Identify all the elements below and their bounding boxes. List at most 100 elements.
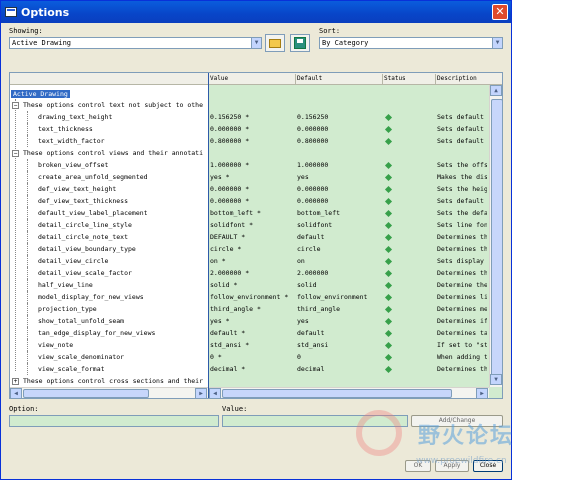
- option-name[interactable]: detail_circle_note_text: [38, 231, 208, 243]
- open-config-button[interactable]: [265, 34, 285, 52]
- tree-connector: [27, 267, 28, 279]
- tree-connector: [27, 231, 28, 243]
- scroll-left-icon[interactable]: ◀: [209, 388, 221, 398]
- option-description: If set to "std: [437, 341, 487, 349]
- option-name[interactable]: view_scale_format: [38, 363, 208, 375]
- option-name[interactable]: half_view_line: [38, 279, 208, 291]
- group-label[interactable]: These options control views and their an…: [23, 147, 208, 159]
- option-name[interactable]: detail_view_circle: [38, 255, 208, 267]
- option-description: Sets display o: [437, 257, 487, 265]
- option-value[interactable]: 0.156250 *: [210, 111, 294, 123]
- expand-icon[interactable]: +: [12, 378, 19, 385]
- collapse-icon[interactable]: −: [12, 150, 19, 157]
- status-ok-icon: [384, 341, 393, 350]
- close-window-button[interactable]: ✕: [492, 4, 508, 20]
- tree-scroll-thumb[interactable]: [23, 389, 149, 398]
- option-name[interactable]: text_thickness: [38, 123, 208, 135]
- scroll-right-icon[interactable]: ▶: [195, 388, 207, 398]
- save-config-button[interactable]: [290, 34, 310, 52]
- option-label: Option:: [9, 405, 39, 413]
- column-header-status[interactable]: Status: [384, 75, 406, 82]
- option-name[interactable]: def_view_text_height: [38, 183, 208, 195]
- option-value[interactable]: default *: [210, 327, 294, 339]
- tree-connector: [27, 291, 28, 303]
- tree-root-active-drawing[interactable]: Active Drawing: [11, 90, 70, 98]
- option-value[interactable]: solidfont *: [210, 219, 294, 231]
- status-ok-icon: [384, 269, 393, 278]
- option-value[interactable]: follow_environment *: [210, 291, 294, 303]
- group-label[interactable]: These options control cross sections and…: [23, 375, 208, 387]
- sort-dropdown[interactable]: By Category ▼: [319, 37, 503, 49]
- option-name[interactable]: projection_type: [38, 303, 208, 315]
- option-value[interactable]: 0.000000 *: [210, 183, 294, 195]
- collapse-icon[interactable]: −: [12, 102, 19, 109]
- column-header-value[interactable]: Value: [210, 75, 228, 82]
- status-ok-icon: [384, 209, 393, 218]
- option-description: Sets default t: [437, 197, 487, 205]
- option-value[interactable]: solid *: [210, 279, 294, 291]
- tree-connector: [27, 111, 28, 123]
- option-name[interactable]: detail_view_scale_factor: [38, 267, 208, 279]
- option-value[interactable]: 0.000000 *: [210, 195, 294, 207]
- option-value[interactable]: 2.000000 *: [210, 267, 294, 279]
- option-name[interactable]: tan_edge_display_for_new_views: [38, 327, 208, 339]
- option-value[interactable]: 0.000000 *: [210, 123, 294, 135]
- option-name[interactable]: create_area_unfold_segmented: [38, 171, 208, 183]
- vertical-scrollbar[interactable]: ▲ ▼: [489, 85, 502, 387]
- option-name[interactable]: default_view_label_placement: [38, 207, 208, 219]
- values-scroll-thumb[interactable]: [222, 389, 452, 398]
- option-description: Determines the: [437, 233, 487, 241]
- group-label[interactable]: These options control text not subject t…: [23, 99, 208, 111]
- option-name[interactable]: drawing_text_height: [38, 111, 208, 123]
- option-description: Sets the offse: [437, 161, 487, 169]
- status-ok-icon: [384, 221, 393, 230]
- option-value[interactable]: 1.000000 *: [210, 159, 294, 171]
- tree-connector: [27, 339, 28, 351]
- option-name[interactable]: model_display_for_new_views: [38, 291, 208, 303]
- scroll-down-icon[interactable]: ▼: [490, 374, 502, 385]
- option-name[interactable]: text_width_factor: [38, 135, 208, 147]
- option-value[interactable]: 0 *: [210, 351, 294, 363]
- option-description: Sets line font: [437, 221, 487, 229]
- option-value[interactable]: yes *: [210, 315, 294, 327]
- option-name[interactable]: view_note: [38, 339, 208, 351]
- chevron-down-icon[interactable]: ▼: [492, 38, 502, 48]
- vertical-scroll-thumb[interactable]: [491, 99, 502, 379]
- column-header-description[interactable]: Description: [437, 75, 477, 82]
- column-header-default[interactable]: Default: [297, 75, 322, 82]
- option-value[interactable]: third_angle *: [210, 303, 294, 315]
- option-value[interactable]: circle *: [210, 243, 294, 255]
- option-value[interactable]: DEFAULT *: [210, 231, 294, 243]
- option-description: Determines lin: [437, 293, 487, 301]
- status-ok-icon: [384, 353, 393, 362]
- option-name[interactable]: detail_view_boundary_type: [38, 243, 208, 255]
- option-value[interactable]: on *: [210, 255, 294, 267]
- option-value[interactable]: 0.800000 *: [210, 135, 294, 147]
- option-name[interactable]: view_scale_denominator: [38, 351, 208, 363]
- status-ok-icon: [384, 245, 393, 254]
- option-default: 0.000000: [297, 125, 329, 133]
- values-horizontal-scrollbar[interactable]: ◀ ▶: [209, 387, 489, 398]
- option-value[interactable]: yes *: [210, 171, 294, 183]
- showing-dropdown[interactable]: Active Drawing ▼: [9, 37, 262, 49]
- scroll-right-icon[interactable]: ▶: [476, 388, 488, 398]
- option-name[interactable]: def_view_text_thickness: [38, 195, 208, 207]
- option-default: 0: [297, 353, 301, 361]
- option-description: Sets the heigh: [437, 185, 487, 193]
- tree-connector: [27, 123, 28, 135]
- column-divider[interactable]: [208, 73, 209, 398]
- tree-horizontal-scrollbar[interactable]: ◀ ▶: [10, 387, 208, 398]
- option-name[interactable]: detail_circle_line_style: [38, 219, 208, 231]
- option-name[interactable]: broken_view_offset: [38, 159, 208, 171]
- option-default: yes: [297, 173, 309, 181]
- option-value[interactable]: bottom_left *: [210, 207, 294, 219]
- option-name[interactable]: show_total_unfold_seam: [38, 315, 208, 327]
- option-description: Sets default t: [437, 113, 487, 121]
- option-value[interactable]: std_ansi *: [210, 339, 294, 351]
- scroll-up-icon[interactable]: ▲: [490, 85, 502, 96]
- status-ok-icon: [384, 197, 393, 206]
- option-input[interactable]: [9, 415, 219, 427]
- chevron-down-icon[interactable]: ▼: [251, 38, 261, 48]
- option-value[interactable]: decimal *: [210, 363, 294, 375]
- scroll-left-icon[interactable]: ◀: [10, 388, 22, 398]
